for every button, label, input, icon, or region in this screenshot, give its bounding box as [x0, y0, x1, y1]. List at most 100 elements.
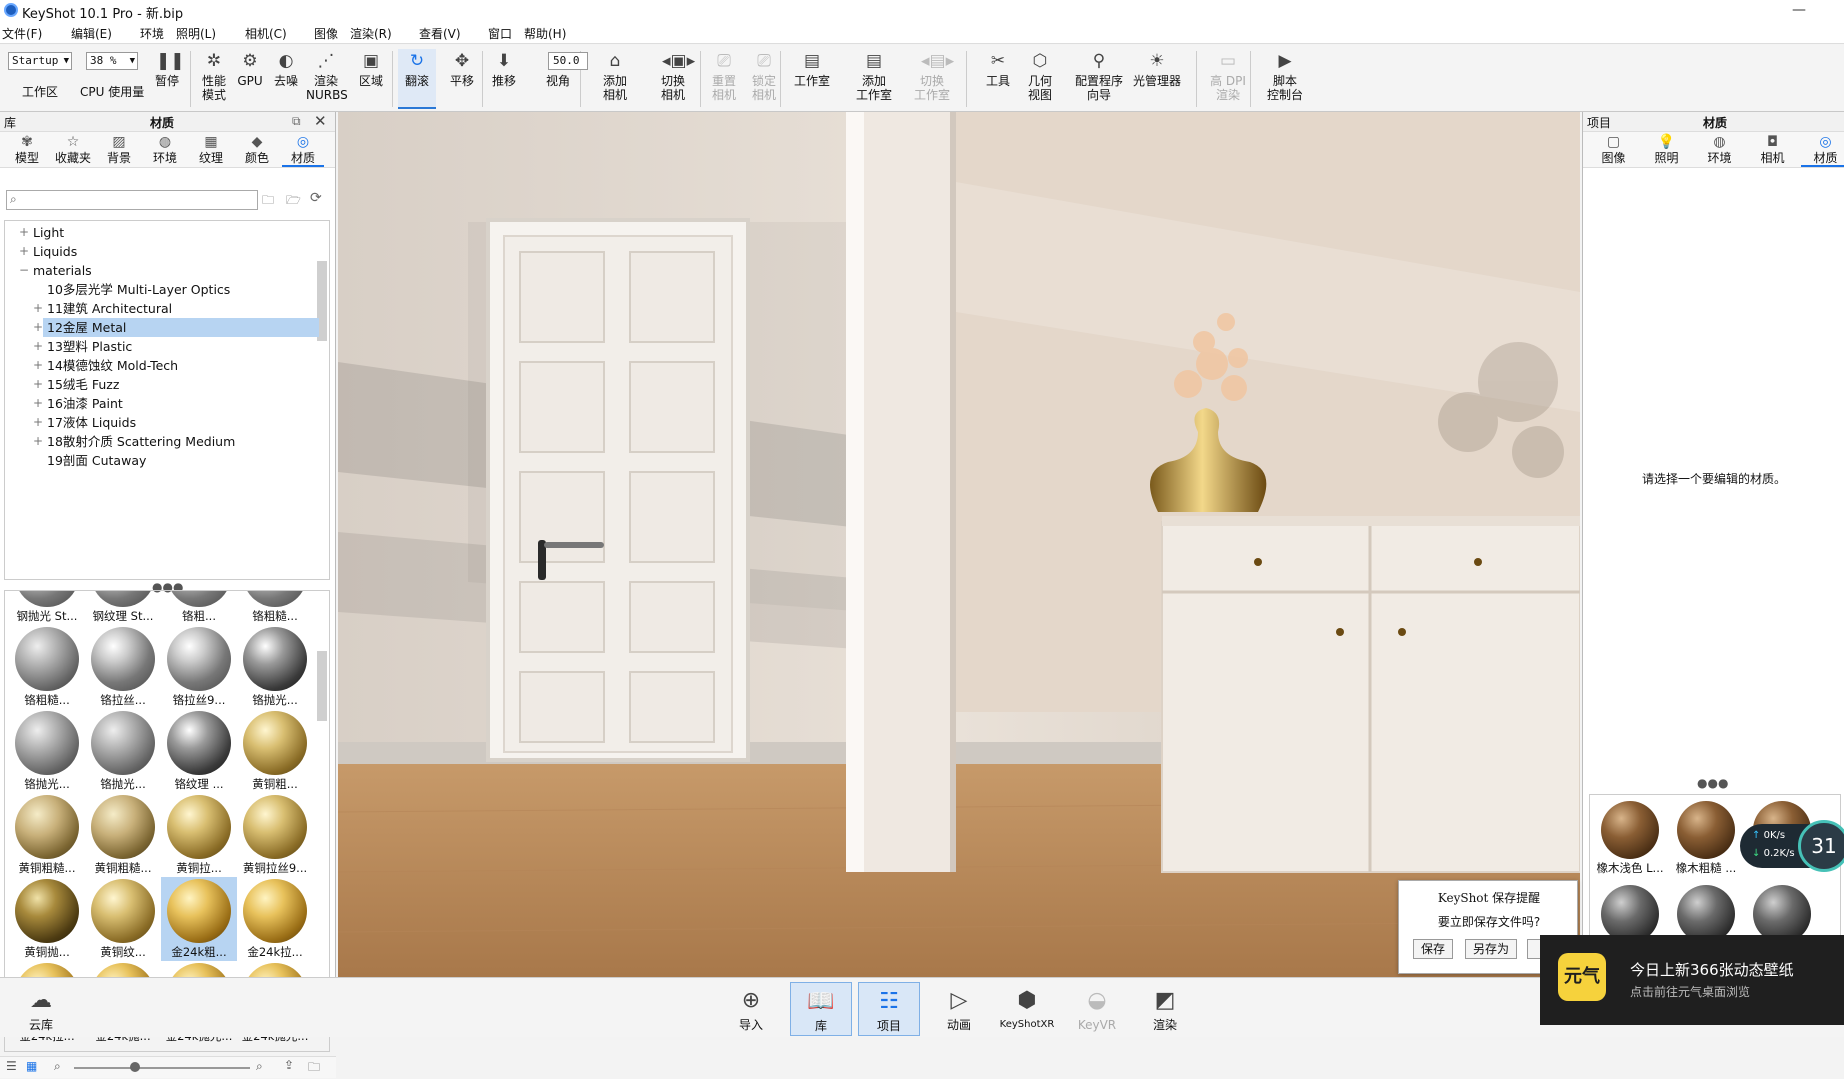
close-icon[interactable]: ✕ [314, 112, 327, 130]
menu-item-2[interactable]: 环境 [140, 25, 164, 42]
workspace-select[interactable]: Startup ▼ [8, 52, 72, 70]
toolbar-studio-button[interactable]: ▤ 工作室 [788, 49, 836, 109]
expand-icon[interactable]: + [19, 223, 29, 242]
menu-item-1[interactable]: 编辑(E) [71, 25, 112, 42]
material-thumbnail[interactable]: 黄铜拉... [161, 793, 237, 877]
toolbar-switch-studio-button[interactable]: ◂▤▸ 切换 工作室 [904, 49, 960, 109]
bottom-import-button[interactable]: ⊕ 导入 [720, 982, 782, 1036]
material-thumbnail[interactable]: 钢纹理 St... [85, 591, 161, 625]
toolbar-dolly-button[interactable]: ⬇ 推移 [486, 49, 522, 109]
tree-item[interactable]: + Liquids [5, 242, 319, 261]
undock-icon[interactable]: ⧉ [292, 114, 301, 129]
material-thumbnail[interactable]: 黄铜纹... [85, 877, 161, 961]
tab-background[interactable]: ▨ 背景 [98, 135, 140, 167]
material-thumbnail[interactable]: 铬粗... [161, 591, 237, 625]
cloud-library-button[interactable]: ☁ 云库 [10, 982, 72, 1036]
toolbar-region-button[interactable]: ▣ 区域 [352, 49, 390, 109]
tree-item[interactable]: +15绒毛 Fuzz [5, 375, 319, 394]
folder-remove-icon[interactable]: 🗁 [286, 191, 301, 212]
expand-icon[interactable]: + [19, 242, 29, 261]
material-thumbnail[interactable]: 钢抛光 St... [9, 591, 85, 625]
tree-item[interactable]: +17液体 Liquids [5, 413, 319, 432]
cpu-percent-ring[interactable]: 31 [1798, 820, 1844, 872]
material-thumbnail[interactable]: 铬粗糙... [9, 625, 85, 709]
folder-icon[interactable]: 🗀 [308, 1058, 320, 1079]
toolbar-nurbs-button[interactable]: ⋰ 渲染 NURBS [306, 49, 348, 109]
cpu-usage-select[interactable]: 38 % ▼ [86, 52, 138, 70]
menu-item-8[interactable]: 窗口 [488, 25, 512, 42]
grid-view-icon[interactable]: ▦ [26, 1059, 37, 1073]
material-thumbnail[interactable]: 黄铜拉丝9... [237, 793, 313, 877]
expand-icon[interactable]: + [33, 318, 43, 337]
material-thumbnail[interactable]: 铬抛光... [9, 709, 85, 793]
expand-icon[interactable]: + [33, 375, 43, 394]
toolbar-switch-camera-button[interactable]: ◂▣▸ 切换 相机 [646, 49, 700, 109]
menu-item-9[interactable]: 帮助(H) [524, 25, 566, 42]
tab-environment[interactable]: ◍ 环境 [144, 135, 186, 167]
tab-environment[interactable]: ◍ 环境 [1695, 135, 1744, 167]
tree-item[interactable]: +18散射介质 Scattering Medium [5, 432, 319, 451]
thumbnail-size-slider[interactable] [74, 1067, 250, 1069]
tab-material[interactable]: ◎ 材质 [1801, 135, 1844, 167]
wallpaper-ad-banner[interactable]: 元气 今日上新366张动态壁纸 点击前往元气桌面浏览 [1540, 935, 1844, 1025]
toolbar-high-dpi-button[interactable]: ▭ 高 DPI 渲染 [1206, 49, 1250, 109]
tab-texture[interactable]: ▦ 纹理 [190, 135, 232, 167]
bottom-animation-button[interactable]: ▷ 动画 [928, 982, 990, 1036]
toolbar-add-camera-button[interactable]: ⌂ 添加 相机 [588, 49, 642, 109]
project-material-thumbnail[interactable]: 橡木粗糙 ... [1668, 799, 1744, 883]
tree-item[interactable]: 10多层光学 Multi-Layer Optics [5, 280, 319, 299]
toolbar-script-console-button[interactable]: ▶ 脚本 控制台 [1256, 49, 1314, 109]
menu-item-4[interactable]: 相机(C) [245, 25, 287, 42]
toolbar-tumble-button[interactable]: ↻ 翻滚 [398, 49, 436, 109]
toolbar-denoise-button[interactable]: ◐ 去噪 [266, 49, 306, 109]
collapse-icon[interactable]: − [19, 261, 29, 280]
expand-icon[interactable]: + [33, 413, 43, 432]
splitter-handle[interactable]: ●●● [1697, 776, 1728, 790]
tab-color[interactable]: ◆ 颜色 [236, 135, 278, 167]
tab-image[interactable]: ▢ 图像 [1589, 135, 1638, 167]
material-thumbnail[interactable]: 黄铜粗糙... [9, 793, 85, 877]
toolbar-performance-button[interactable]: ✲ 性能 模式 [196, 49, 232, 109]
material-thumbnail[interactable]: 铬拉丝... [85, 625, 161, 709]
save-as-button[interactable]: 另存为 [1465, 939, 1517, 959]
material-thumbnail[interactable]: 黄铜粗糙... [85, 793, 161, 877]
material-thumbnail[interactable]: 铬拉丝9... [161, 625, 237, 709]
list-view-icon[interactable]: ☰ [6, 1059, 17, 1073]
menu-item-7[interactable]: 查看(V) [419, 25, 461, 42]
bottom-project-button[interactable]: ☷ 项目 [858, 982, 920, 1036]
toolbar-configurator-button[interactable]: ⚲ 配置程序 向导 [1070, 49, 1128, 109]
refresh-icon[interactable]: ⟳ [310, 190, 322, 206]
folder-add-icon[interactable]: 🗀 [262, 191, 274, 212]
toolbar-reset-camera-button[interactable]: ⎚ 重置 相机 [706, 49, 742, 109]
toolbar-pause-button[interactable]: ❚❚ 暂停 [148, 49, 186, 109]
tree-item[interactable]: − materials [5, 261, 319, 280]
material-thumbnail[interactable]: 铬粗糙... [237, 591, 313, 625]
expand-icon[interactable]: + [33, 394, 43, 413]
tree-item[interactable]: 19剖面 Cutaway [5, 451, 319, 470]
tab-material[interactable]: ◎ 材质 [282, 135, 324, 167]
tree-item[interactable]: + Light [5, 223, 319, 242]
tree-item[interactable]: +11建筑 Architectural [5, 299, 319, 318]
save-button[interactable]: 保存 [1413, 939, 1453, 959]
menu-item-3[interactable]: 照明(L) [176, 25, 216, 42]
material-thumbnail[interactable]: 金24k粗... [161, 877, 237, 961]
tree-item[interactable]: +13塑料 Plastic [5, 337, 319, 356]
material-thumbnail[interactable]: 铬抛光... [85, 709, 161, 793]
menu-item-5[interactable]: 图像 [314, 25, 338, 42]
tab-lighting[interactable]: 💡 照明 [1642, 135, 1691, 167]
zoom-in-icon[interactable]: ⌕ [256, 1059, 263, 1074]
bottom-library-button[interactable]: 📖 库 [790, 982, 852, 1036]
fov-input[interactable]: 50.0 [548, 52, 588, 70]
tree-item[interactable]: +12金屋 Metal [33, 318, 319, 337]
bottom-render-button[interactable]: ◩ 渲染 [1134, 982, 1196, 1036]
menu-item-0[interactable]: 文件(F) [2, 25, 42, 42]
expand-icon[interactable]: + [33, 356, 43, 375]
library-search-input[interactable]: ⌕ [6, 190, 258, 210]
toolbar-pan-button[interactable]: ✥ 平移 [444, 49, 480, 109]
toolbar-add-studio-button[interactable]: ▤ 添加 工作室 [846, 49, 902, 109]
bottom-keyvr-button[interactable]: ◒ KeyVR [1066, 982, 1128, 1036]
expand-icon[interactable]: + [33, 299, 43, 318]
minimize-icon[interactable]: — [1776, 0, 1822, 22]
bottom-keyshotxr-button[interactable]: ⬢ KeyShotXR [996, 982, 1058, 1036]
expand-icon[interactable]: + [33, 337, 43, 356]
